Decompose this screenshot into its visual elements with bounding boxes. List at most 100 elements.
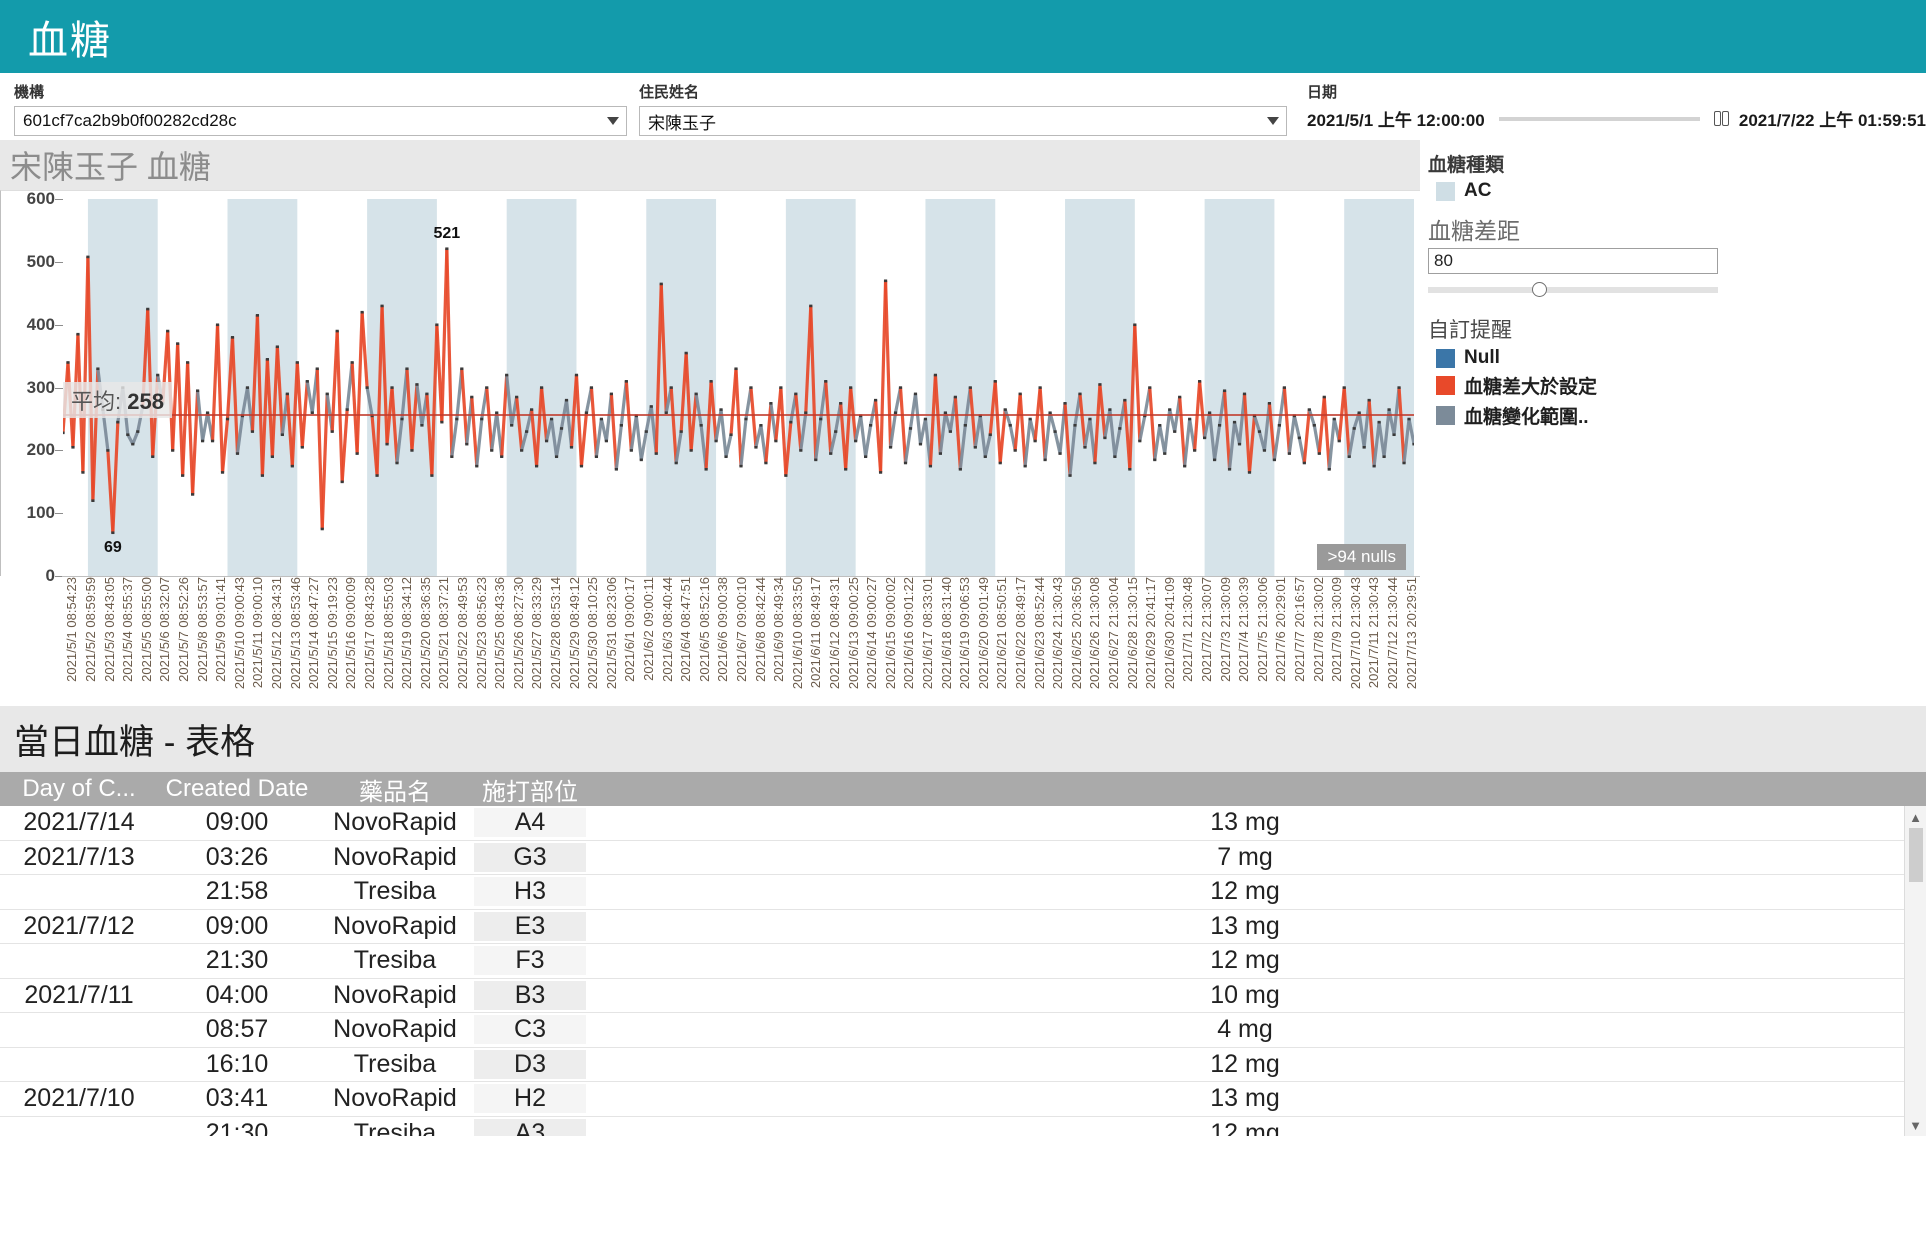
chart-data-point[interactable] — [1282, 386, 1286, 389]
chart-data-point[interactable] — [1342, 386, 1346, 389]
chart-data-point[interactable] — [111, 531, 115, 535]
chart-data-point[interactable] — [739, 464, 743, 468]
date-end-value[interactable]: 2021/7/22 上午 01:59:51 — [1739, 106, 1926, 131]
chart-data-point[interactable] — [295, 361, 299, 364]
legend-item[interactable]: AC — [1436, 180, 1926, 202]
chart-data-point[interactable] — [1178, 395, 1182, 399]
date-start-value[interactable]: 2021/5/1 上午 12:00:00 — [1307, 106, 1485, 131]
chart-data-point[interactable] — [1322, 395, 1326, 399]
chart-data-point[interactable] — [1267, 402, 1272, 405]
chart-data-point[interactable] — [385, 442, 389, 446]
table-row[interactable]: 21:58 Tresiba H3 12 mg — [0, 875, 1904, 910]
chart-data-point[interactable] — [460, 367, 464, 371]
chart-data-point[interactable] — [629, 449, 633, 452]
chart-data-point[interactable] — [1173, 430, 1177, 433]
chart-data-point[interactable] — [614, 467, 618, 471]
chart-data-point[interactable] — [1367, 398, 1371, 402]
chart-data-point[interactable] — [245, 386, 250, 389]
chart-data-point[interactable] — [81, 471, 85, 474]
chart-data-point[interactable] — [186, 361, 190, 364]
chart-data-point[interactable] — [445, 247, 449, 251]
table-row[interactable]: 21:30 Tresiba F3 12 mg — [0, 944, 1904, 979]
chart-data-point[interactable] — [355, 452, 359, 455]
chart-data-point[interactable] — [1043, 458, 1047, 462]
chart-data-point[interactable] — [824, 380, 828, 383]
chart-data-point[interactable] — [1153, 458, 1157, 462]
chart-data-point[interactable] — [719, 408, 723, 411]
chart-data-point[interactable] — [1317, 452, 1321, 455]
chart-data-point[interactable] — [998, 461, 1002, 465]
chart-data-point[interactable] — [814, 458, 818, 462]
table-row[interactable]: 2021/7/13 03:26 NovoRapid G3 7 mg — [0, 841, 1904, 875]
chart-data-point[interactable] — [76, 332, 80, 336]
chart-data-point[interactable] — [1078, 392, 1082, 396]
chart-data-point[interactable] — [968, 386, 972, 389]
chart-data-point[interactable] — [1163, 452, 1167, 455]
chart-data-point[interactable] — [455, 417, 459, 421]
chart-data-point[interactable] — [415, 383, 419, 386]
chart-data-point[interactable] — [510, 424, 514, 427]
chart-data-point[interactable] — [525, 430, 529, 433]
chart-data-point[interactable] — [410, 449, 414, 452]
chart-data-point[interactable] — [435, 323, 439, 327]
chart-data-point[interactable] — [1183, 464, 1187, 468]
chart-data-point[interactable] — [235, 452, 240, 455]
chart-data-point[interactable] — [928, 464, 933, 468]
chart-data-point[interactable] — [380, 304, 384, 308]
chart-data-point[interactable] — [1382, 455, 1386, 459]
chart-data-point[interactable] — [913, 392, 918, 396]
scroll-up-icon[interactable]: ▲ — [1905, 806, 1926, 828]
chart-data-point[interactable] — [191, 493, 195, 496]
chart-data-point[interactable] — [330, 430, 334, 433]
chart-data-point[interactable] — [1337, 439, 1341, 443]
chart-data-point[interactable] — [126, 433, 130, 437]
chart-data-point[interactable] — [764, 461, 768, 465]
chart-data-point[interactable] — [1103, 436, 1107, 440]
chart-data-point[interactable] — [1188, 417, 1192, 421]
chart-data-point[interactable] — [210, 439, 215, 443]
gap-slider-track[interactable] — [1428, 287, 1718, 293]
chart-data-point[interactable] — [1083, 445, 1087, 449]
chart-data-point[interactable] — [320, 527, 324, 531]
chart-data-point[interactable] — [714, 439, 718, 443]
chart-data-point[interactable] — [918, 442, 923, 446]
chart-data-point[interactable] — [574, 373, 579, 377]
chart-data-point[interactable] — [1227, 467, 1232, 471]
chart-data-point[interactable] — [215, 323, 220, 327]
chart-data-point[interactable] — [854, 439, 858, 443]
chart-data-point[interactable] — [704, 467, 708, 471]
chart-data-point[interactable] — [1013, 449, 1017, 452]
chart-data-point[interactable] — [1108, 408, 1112, 411]
chart-data-point[interactable] — [156, 373, 160, 377]
date-slider-handles-icon[interactable] — [1713, 111, 1729, 126]
table-body[interactable]: 2021/7/14 09:00 NovoRapid A4 13 mg 2021/7/13 0… — [0, 806, 1904, 1136]
date-range-slider[interactable]: 2021/5/1 上午 12:00:00 2021/7/22 上午 01:59:… — [1307, 106, 1926, 131]
chevron-down-icon[interactable] — [1267, 117, 1279, 125]
chart-data-point[interactable] — [759, 424, 763, 427]
chart-data-point[interactable] — [1138, 439, 1142, 443]
chart-data-point[interactable] — [420, 424, 424, 427]
chart-data-point[interactable] — [1237, 442, 1242, 446]
chart-data-point[interactable] — [694, 392, 698, 396]
chart-data-point[interactable] — [1158, 424, 1162, 427]
chart-data-point[interactable] — [465, 442, 469, 446]
chart-data-point[interactable] — [365, 386, 369, 389]
chart-data-point[interactable] — [61, 431, 65, 435]
chart-data-point[interactable] — [1277, 424, 1281, 427]
chart-data-point[interactable] — [774, 439, 778, 443]
chart-data-point[interactable] — [604, 439, 608, 443]
chart-data-point[interactable] — [594, 455, 599, 459]
chart-data-point[interactable] — [539, 386, 544, 389]
chart-data-point[interactable] — [784, 474, 788, 477]
chart-plot-area[interactable]: 平均: 258 521 69 >94 nulls 0 100 200 300 400 50… — [27, 189, 1416, 585]
chart-data-point[interactable] — [1063, 402, 1067, 405]
chart-data-point[interactable] — [908, 427, 913, 430]
chart-data-point[interactable] — [649, 405, 653, 408]
chart-data-point[interactable] — [654, 452, 658, 455]
chart-data-point[interactable] — [1008, 424, 1012, 427]
chart-data-point[interactable] — [844, 467, 848, 471]
chart-data-point[interactable] — [1222, 389, 1227, 393]
table-row[interactable]: 2021/7/12 09:00 NovoRapid E3 13 mg — [0, 910, 1904, 944]
gap-slider-knob[interactable] — [1532, 282, 1548, 297]
chart-data-point[interactable] — [71, 445, 75, 449]
